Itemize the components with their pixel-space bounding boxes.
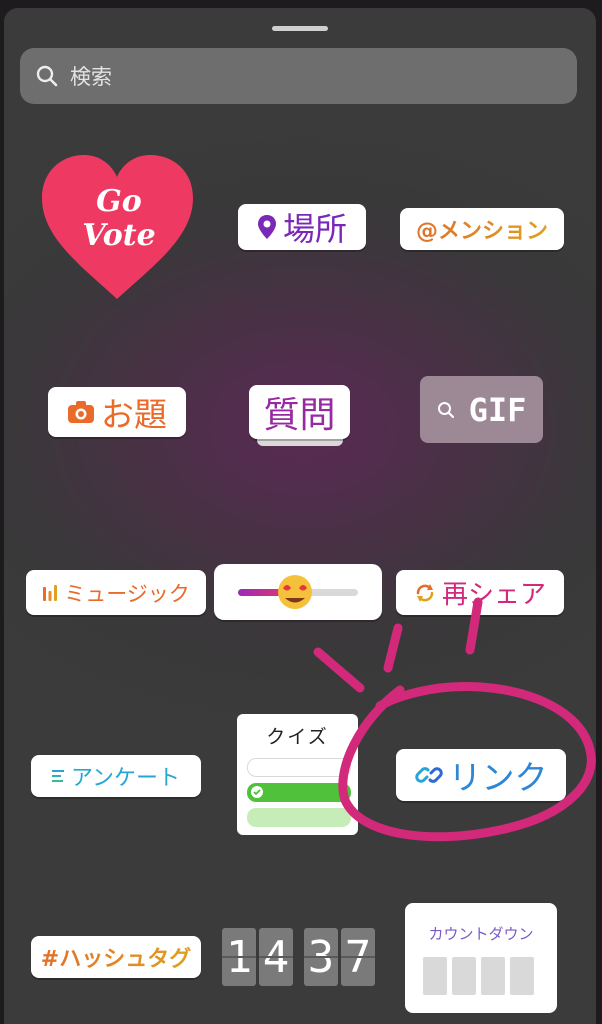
- countdown-slots: [423, 957, 534, 995]
- search-placeholder: 検索: [70, 65, 112, 89]
- reshare-label: 再シェア: [441, 580, 546, 610]
- add-yours-sticker[interactable]: お題: [48, 387, 186, 437]
- mention-sticker[interactable]: @メンション: [400, 208, 564, 250]
- gif-sticker[interactable]: GIF: [420, 376, 543, 443]
- countdown-slot: [481, 957, 505, 995]
- emoji-slider: [238, 575, 358, 609]
- add-yours-label: お題: [101, 395, 167, 434]
- reshare-sticker[interactable]: 再シェア: [396, 570, 564, 615]
- countdown-sticker[interactable]: カウントダウン: [405, 903, 557, 1013]
- location-label: 場所: [282, 210, 347, 248]
- poll-sticker[interactable]: アンケート: [31, 755, 201, 797]
- gif-label: GIF: [468, 390, 527, 429]
- time-sticker[interactable]: 1 4 3 7: [222, 928, 375, 986]
- emoji-slider-sticker[interactable]: [214, 564, 382, 620]
- location-pin-icon: [257, 215, 276, 239]
- mention-label: @メンション: [416, 213, 548, 245]
- sticker-tray: 検索 Go Vote 場所 @メンション お題 質問 GIF ミュージック 再シ…: [4, 8, 596, 1024]
- check-icon: [251, 786, 263, 798]
- music-bars-icon: [43, 584, 58, 601]
- link-label: リンク: [448, 758, 548, 797]
- search-bar[interactable]: 検索: [20, 48, 577, 104]
- quiz-option: [247, 808, 351, 827]
- quiz-label: クイズ: [266, 726, 329, 748]
- question-sticker[interactable]: 質問: [249, 385, 350, 439]
- question-label: 質問: [263, 395, 336, 436]
- search-icon: [36, 65, 58, 87]
- quiz-option-correct: [247, 783, 351, 802]
- poll-lines-icon: [51, 770, 64, 782]
- location-sticker[interactable]: 場所: [238, 204, 366, 250]
- music-label: ミュージック: [64, 581, 190, 606]
- time-digit: 4: [259, 928, 293, 986]
- quiz-option: [247, 758, 351, 777]
- time-digit: 1: [222, 928, 256, 986]
- camera-icon: [68, 401, 94, 423]
- countdown-slot: [510, 957, 534, 995]
- time-digit: 3: [304, 928, 338, 986]
- drag-handle[interactable]: [272, 26, 328, 31]
- search-icon: [437, 401, 454, 418]
- link-icon: [414, 767, 443, 783]
- go-vote-sticker[interactable]: Go Vote: [40, 153, 195, 303]
- music-sticker[interactable]: ミュージック: [26, 570, 206, 615]
- poll-label: アンケート: [70, 766, 181, 791]
- countdown-slot: [423, 957, 447, 995]
- countdown-label: カウントダウン: [428, 925, 534, 943]
- hashtag-label: #ハッシュタグ: [41, 941, 191, 973]
- go-vote-label: Go Vote: [82, 184, 156, 253]
- quiz-sticker[interactable]: クイズ: [237, 714, 358, 835]
- countdown-slot: [452, 957, 476, 995]
- time-digit: 7: [341, 928, 375, 986]
- link-sticker[interactable]: リンク: [396, 749, 566, 801]
- reshare-icon: [416, 583, 434, 602]
- hashtag-sticker[interactable]: #ハッシュタグ: [31, 936, 201, 978]
